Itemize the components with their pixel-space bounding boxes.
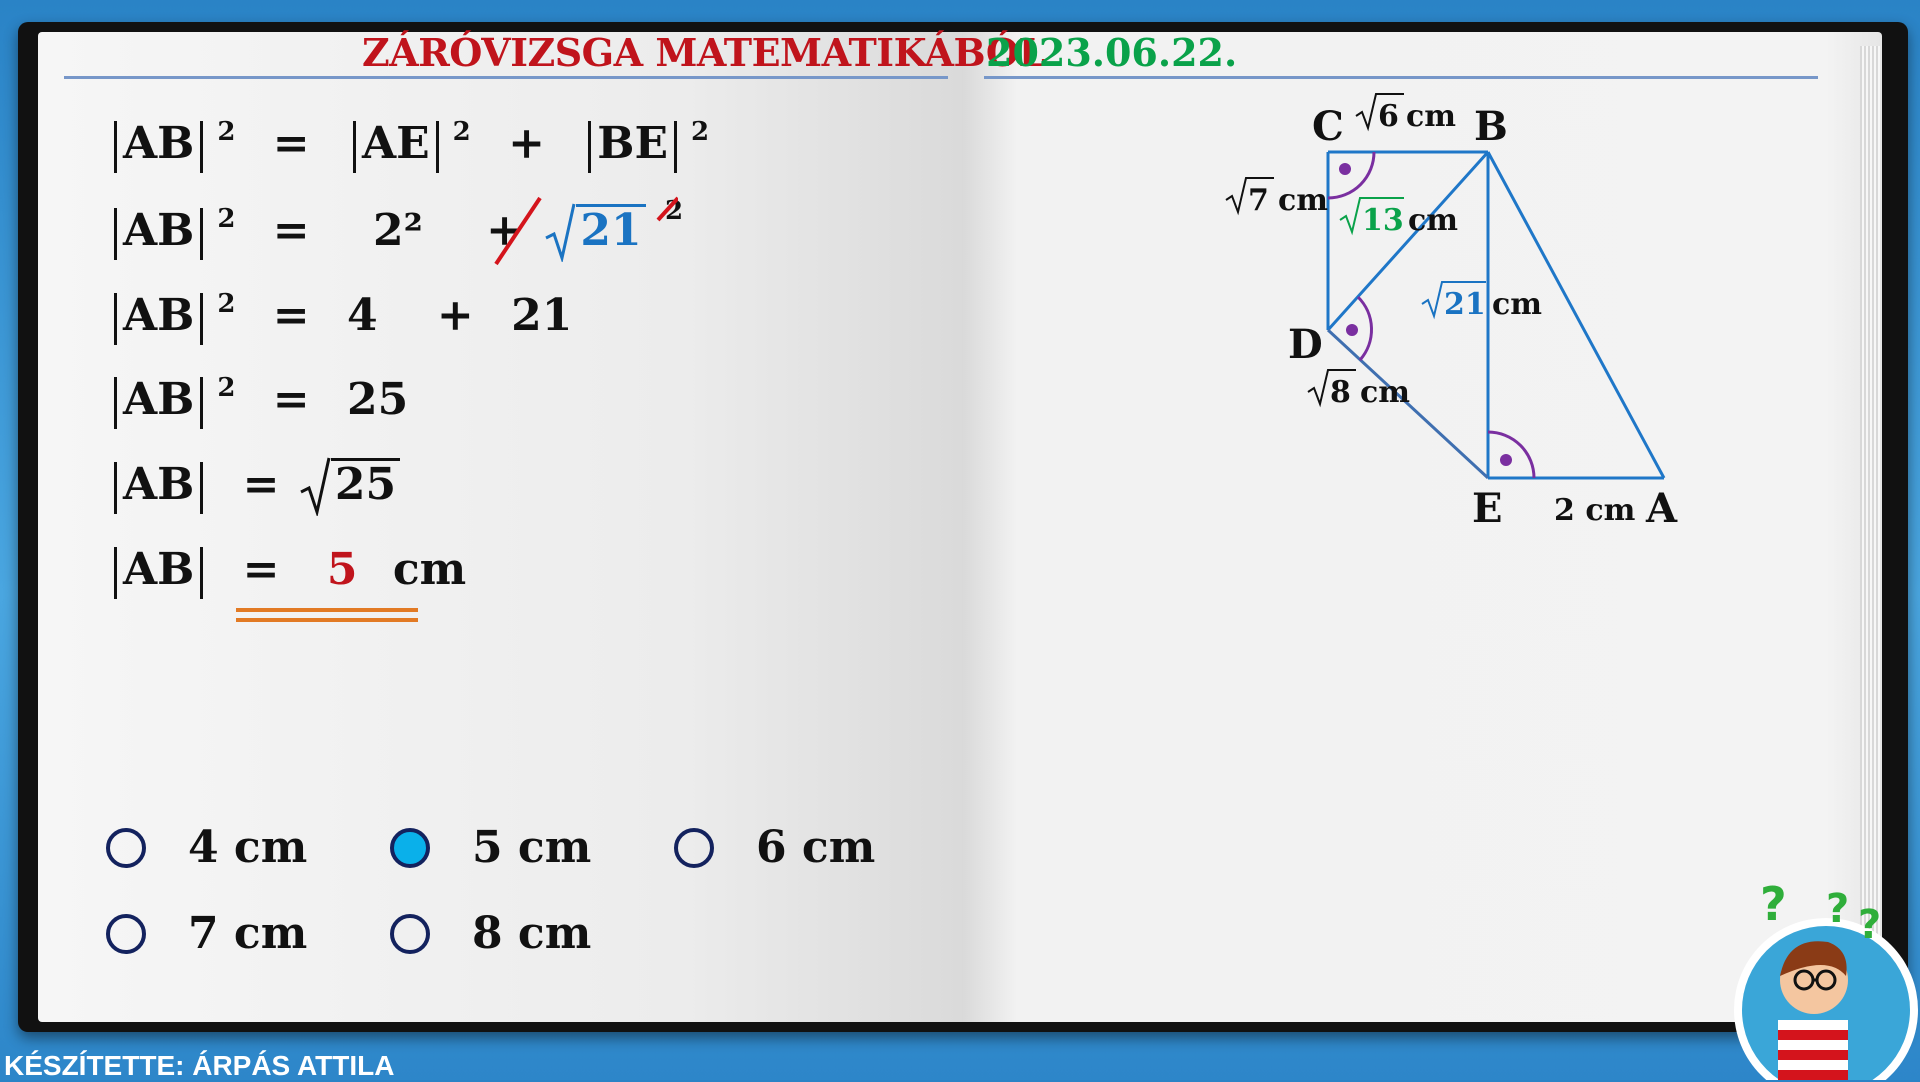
label-cb-root: 6 xyxy=(1378,99,1399,134)
segment-be: BE xyxy=(597,118,668,169)
answer-value: 5 xyxy=(326,544,358,595)
segment-ab: AB xyxy=(123,544,195,595)
derivation-line-2: AB 2 = 2² + 21 2 xyxy=(108,196,683,266)
equals-sign: = xyxy=(272,118,310,169)
derivation-line-4: AB 2 = 25 xyxy=(108,373,409,434)
exponent: 2 xyxy=(452,117,471,147)
vertex-e: E xyxy=(1472,485,1503,532)
right-angle-e-dot xyxy=(1500,454,1512,466)
equals-sign: = xyxy=(272,290,310,341)
radio-button-selected[interactable] xyxy=(390,827,430,868)
date-divider xyxy=(984,76,1818,79)
segment-ab: AB xyxy=(123,118,195,169)
label-db-unit: cm xyxy=(1408,203,1458,238)
value-21: 21 xyxy=(511,290,573,341)
right-angle-c-icon xyxy=(1327,151,1376,200)
vertex-d: D xyxy=(1288,321,1323,368)
label-cb-unit: cm xyxy=(1406,99,1456,134)
label-ea: 2 cm xyxy=(1554,493,1636,528)
value-four: 4 xyxy=(346,290,378,341)
svg-text:?: ? xyxy=(1760,880,1787,931)
author-credit: KÉSZÍTETTE: ÁRPÁS ATTILA xyxy=(4,1050,395,1081)
vertex-c: C xyxy=(1312,103,1344,150)
left-page xyxy=(38,32,962,1022)
page-title: ZÁRÓVIZSGA MATEMATIKÁBÓL xyxy=(362,30,1045,75)
vertex-b: B xyxy=(1474,103,1508,150)
label-be-unit: cm xyxy=(1492,287,1542,322)
equals-sign: = xyxy=(242,544,280,595)
label-be-root: 21 xyxy=(1444,287,1486,322)
label-cd-root: 7 xyxy=(1248,183,1269,218)
exponent: 2 xyxy=(217,117,236,147)
radio-button[interactable] xyxy=(390,913,430,954)
option-4cm[interactable]: 4 cm xyxy=(106,822,307,873)
segment-ae: AE xyxy=(361,118,430,169)
svg-text:?: ? xyxy=(1858,902,1881,948)
answer-unit: cm xyxy=(392,544,467,595)
exponent: 2 xyxy=(217,373,236,403)
radio-button[interactable] xyxy=(106,913,146,954)
vertex-a: A xyxy=(1645,485,1678,532)
equals-sign: = xyxy=(242,459,280,510)
radio-button[interactable] xyxy=(674,827,714,868)
exponent: 2 xyxy=(691,117,710,147)
thinking-boy-mascot-icon: ? ? ? xyxy=(1734,880,1918,1080)
two-squared: 2² xyxy=(372,205,423,256)
option-8cm[interactable]: 8 cm xyxy=(390,908,591,959)
derivation-line-1: AB 2 = AE 2 + BE 2 xyxy=(108,117,710,178)
exponent: 2 xyxy=(217,289,236,319)
label-de-unit: cm xyxy=(1360,375,1410,410)
svg-text:?: ? xyxy=(1826,886,1849,932)
value-25: 25 xyxy=(346,374,409,425)
label-cd-unit: cm xyxy=(1278,183,1328,218)
sqrt-sign-icon xyxy=(300,457,331,516)
title-divider xyxy=(64,76,948,79)
answer-underline-1 xyxy=(236,608,418,612)
equals-sign: = xyxy=(272,374,310,425)
right-angle-d-dot xyxy=(1346,324,1358,336)
plus-sign: + xyxy=(508,118,545,169)
option-7cm[interactable]: 7 cm xyxy=(106,908,307,959)
option-6cm[interactable]: 6 cm xyxy=(674,822,875,873)
derivation-line-3: AB 2 = 4 + 21 xyxy=(108,289,573,350)
exponent: 2 xyxy=(217,204,236,234)
segment-ab: AB xyxy=(123,459,195,510)
segment-ab: AB xyxy=(123,205,195,256)
equals-sign: = xyxy=(272,205,310,256)
label-db-root: 13 xyxy=(1362,203,1404,238)
right-angle-c-dot xyxy=(1339,163,1351,175)
sqrt-25: 25 xyxy=(299,457,401,516)
segment-ab: AB xyxy=(123,290,195,341)
answer-underline-2 xyxy=(236,618,418,622)
page-edges xyxy=(1860,46,1880,1006)
geometry-figure: C B D E A 6 cm 7 cm 13 cm 21 cm 8 cm 2 c… xyxy=(1225,93,1678,532)
right-angle-d-icon xyxy=(1356,295,1373,361)
option-5cm[interactable]: 5 cm xyxy=(390,822,591,873)
derivation-line-6: AB = 5 cm xyxy=(108,544,466,604)
segment-ab: AB xyxy=(123,374,195,425)
radio-button[interactable] xyxy=(106,827,146,868)
derivation-line-5: AB = 25 xyxy=(108,457,401,518)
label-de-root: 8 xyxy=(1330,375,1351,410)
exam-date: 2023.06.22. xyxy=(986,30,1238,75)
cancel-strike-icon xyxy=(494,196,678,266)
right-angle-e-icon xyxy=(1487,430,1536,479)
plus-sign: + xyxy=(436,290,474,341)
